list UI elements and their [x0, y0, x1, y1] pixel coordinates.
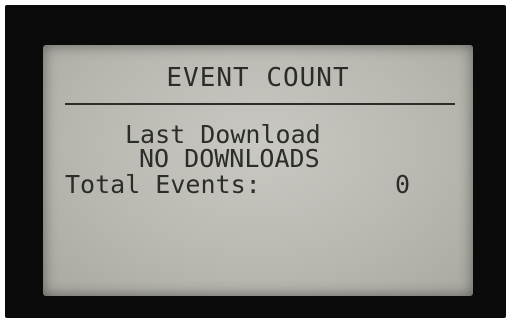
display-bezel: EVENT COUNT Last Download NO DOWNLOADS T…: [5, 5, 506, 318]
total-events-value: 0: [395, 170, 411, 199]
last-download-value: NO DOWNLOADS: [139, 144, 320, 173]
total-events-label: Total Events:: [65, 170, 261, 199]
screen-title: EVENT COUNT: [166, 63, 350, 93]
lcd-screen: EVENT COUNT Last Download NO DOWNLOADS T…: [43, 45, 473, 296]
title-divider: [65, 103, 455, 105]
device-frame: EVENT COUNT Last Download NO DOWNLOADS T…: [0, 0, 509, 325]
